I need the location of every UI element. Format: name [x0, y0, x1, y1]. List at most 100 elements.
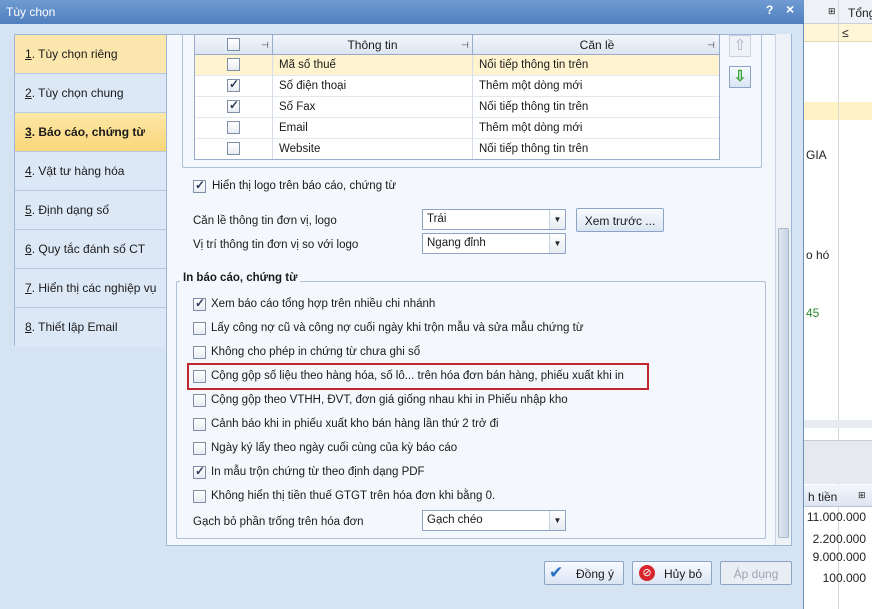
table-row[interactable]: Website Nối tiếp thông tin trên	[195, 139, 719, 159]
company-info-grid: ⊣ Thông tin ⊣ Căn lề ⊣ Mã số thuế Nối tiế…	[194, 34, 720, 160]
cancel-button[interactable]: ⊘ Hủy bỏ	[632, 561, 712, 585]
close-icon[interactable]: ×	[786, 1, 794, 17]
options-nav: 1. Tùy chọn riêng 2. Tùy chọn chung 3. B…	[14, 34, 167, 347]
nav-item-num: 8	[25, 320, 32, 334]
options-dialog: Tùy chọn ? × 1. Tùy chọn riêng 2. Tùy ch…	[0, 0, 804, 609]
nav-item-num: 4	[25, 164, 32, 178]
nav-item-num: 6	[25, 242, 32, 256]
pin-icon[interactable]: ⊣	[261, 40, 269, 51]
nav-item-num: 2	[25, 86, 32, 100]
print-option-checkbox[interactable]	[193, 490, 206, 503]
table-row[interactable]: Số FaxNối tiếp thông tin trên	[195, 97, 719, 118]
info-cell[interactable]: Email	[273, 118, 473, 139]
bg-panel	[804, 440, 872, 484]
grid-header-align[interactable]: Căn lề	[473, 35, 719, 55]
info-cell[interactable]: Website	[273, 139, 473, 159]
nav-item-num: 7	[25, 281, 32, 295]
info-cell[interactable]: Mã số thuế	[273, 55, 473, 76]
pin-icon[interactable]: ⊣	[707, 40, 715, 51]
row-checkbox[interactable]	[227, 98, 240, 113]
bg-pin-icon: ⊞	[828, 6, 836, 16]
print-option-checkbox[interactable]	[193, 442, 206, 455]
scrollbar-thumb[interactable]	[778, 228, 789, 538]
chevron-down-icon[interactable]: ▼	[549, 210, 565, 229]
print-option-checkbox[interactable]	[193, 346, 206, 359]
strike-combo-value: Gạch chéo	[427, 514, 483, 526]
check-cell	[195, 118, 273, 139]
print-option-label: Ngày ký lấy theo ngày cuối cùng của kỳ b…	[211, 442, 458, 454]
bg-header-tong: Tổng	[848, 6, 872, 20]
nav-item-label: . Thiết lập Email	[31, 320, 118, 334]
strike-combo[interactable]: Gạch chéo ▼	[422, 510, 566, 531]
print-option-checkbox[interactable]	[193, 394, 206, 407]
align-cell[interactable]: Nối tiếp thông tin trên	[473, 55, 719, 76]
print-option-label: Lấy công nợ cũ và công nợ cuối ngày khi …	[211, 322, 584, 334]
bg-scrollbar	[804, 420, 872, 428]
align-cell[interactable]: Nối tiếp thông tin trên	[473, 97, 719, 118]
table-row[interactable]: Số điện thoạiThêm một dòng mới	[195, 76, 719, 97]
preview-button[interactable]: Xem trước ...	[576, 208, 664, 232]
dialog-titlebar[interactable]: Tùy chọn ? ×	[0, 0, 804, 24]
grid-header-info[interactable]: Thông tin	[273, 35, 473, 55]
align-combo[interactable]: Trái ▼	[422, 209, 566, 230]
nav-item-label: . Hiển thị các nghiệp vụ	[31, 281, 157, 295]
align-cell[interactable]: Nối tiếp thông tin trên	[473, 139, 719, 159]
nav-item-label: . Tùy chọn riêng	[31, 47, 118, 61]
nav-item-tuy-chon-chung[interactable]: 2. Tùy chọn chung	[15, 74, 166, 113]
bg-amount-1: 11.000.000	[806, 510, 866, 524]
nav-item-num: 5	[25, 203, 32, 217]
grid-header-align-label: Căn lề	[579, 38, 615, 52]
print-group-title: In báo cáo, chứng từ	[180, 272, 301, 284]
row-checkbox[interactable]	[227, 58, 240, 71]
align-cell[interactable]: Thêm một dòng mới	[473, 76, 719, 97]
row-checkbox[interactable]	[227, 77, 240, 92]
nav-item-thiet-lap-email[interactable]: 8. Thiết lập Email	[15, 308, 166, 347]
nav-item-label: . Báo cáo, chứng từ	[31, 125, 146, 139]
bg-amount-2: 2.200.000	[812, 532, 866, 546]
move-down-icon[interactable]: ⇩	[729, 66, 751, 88]
print-option-checkbox[interactable]	[193, 322, 206, 335]
move-up-icon[interactable]: ⇧	[729, 35, 751, 57]
align-cell[interactable]: Thêm một dòng mới	[473, 118, 719, 139]
nav-item-dinh-dang-so[interactable]: 5. Định dạng số	[15, 191, 166, 230]
position-combo[interactable]: Ngang đỉnh ▼	[422, 233, 566, 254]
show-logo-label: Hiển thị logo trên báo cáo, chứng từ	[212, 180, 397, 192]
cancel-label: Hủy bỏ	[663, 567, 703, 581]
grid-header-info-label: Thông tin	[347, 38, 398, 52]
nav-item-tuy-chon-rieng[interactable]: 1. Tùy chọn riêng	[15, 35, 166, 74]
nav-item-num: 1	[25, 47, 32, 61]
print-option-checkbox[interactable]	[193, 296, 206, 311]
bg-text-45: 45	[806, 306, 820, 320]
row-checkbox[interactable]	[227, 142, 240, 155]
nav-item-label: . Vật tư hàng hóa	[31, 164, 125, 178]
help-icon[interactable]: ?	[766, 3, 773, 17]
chevron-down-icon[interactable]: ▼	[549, 511, 565, 530]
table-row[interactable]: Mã số thuế Nối tiếp thông tin trên	[195, 55, 719, 76]
align-label: Căn lề thông tin đơn vị, logo	[193, 215, 337, 227]
nav-item-quy-tac-danh-so[interactable]: 6. Quy tắc đánh số CT	[15, 230, 166, 269]
dialog-title: Tùy chọn	[6, 5, 56, 19]
print-option-checkbox[interactable]	[193, 418, 206, 431]
info-cell[interactable]: Số Fax	[273, 97, 473, 118]
bg-text-oho: o hó	[806, 248, 830, 262]
strike-label: Gạch bỏ phần trống trên hóa đơn	[193, 516, 364, 528]
ok-button[interactable]: ✔ Đồng ý	[544, 561, 624, 585]
pin-icon[interactable]: ⊣	[461, 40, 469, 51]
nav-item-hien-thi-nghiep-vu[interactable]: 7. Hiển thị các nghiệp vụ	[15, 269, 166, 308]
row-checkbox[interactable]	[227, 121, 240, 134]
chevron-down-icon[interactable]: ▼	[549, 234, 565, 253]
show-logo-checkbox[interactable]	[193, 178, 206, 193]
bg-amount-3: 9.000.000	[812, 550, 866, 564]
info-cell[interactable]: Số điện thoại	[273, 76, 473, 97]
nav-item-vat-tu-hang-hoa[interactable]: 4. Vật tư hàng hóa	[15, 152, 166, 191]
print-option-label: Xem báo cáo tổng hợp trên nhiều chi nhán…	[211, 298, 436, 310]
print-option-label: Cộng gộp theo VTHH, ĐVT, đơn giá giống n…	[211, 394, 568, 406]
nav-item-bao-cao-chung-tu[interactable]: 3. Báo cáo, chứng từ	[15, 113, 166, 152]
nav-item-label: . Định dạng số	[31, 203, 110, 217]
print-option-checkbox[interactable]	[193, 464, 206, 479]
table-row[interactable]: Email Thêm một dòng mới	[195, 118, 719, 139]
content-scrollbar[interactable]	[775, 34, 791, 545]
check-icon: ✔	[549, 563, 564, 582]
print-option-label: Cảnh báo khi in phiếu xuất kho bán hàng …	[211, 418, 499, 430]
select-all-checkbox[interactable]	[227, 38, 240, 51]
